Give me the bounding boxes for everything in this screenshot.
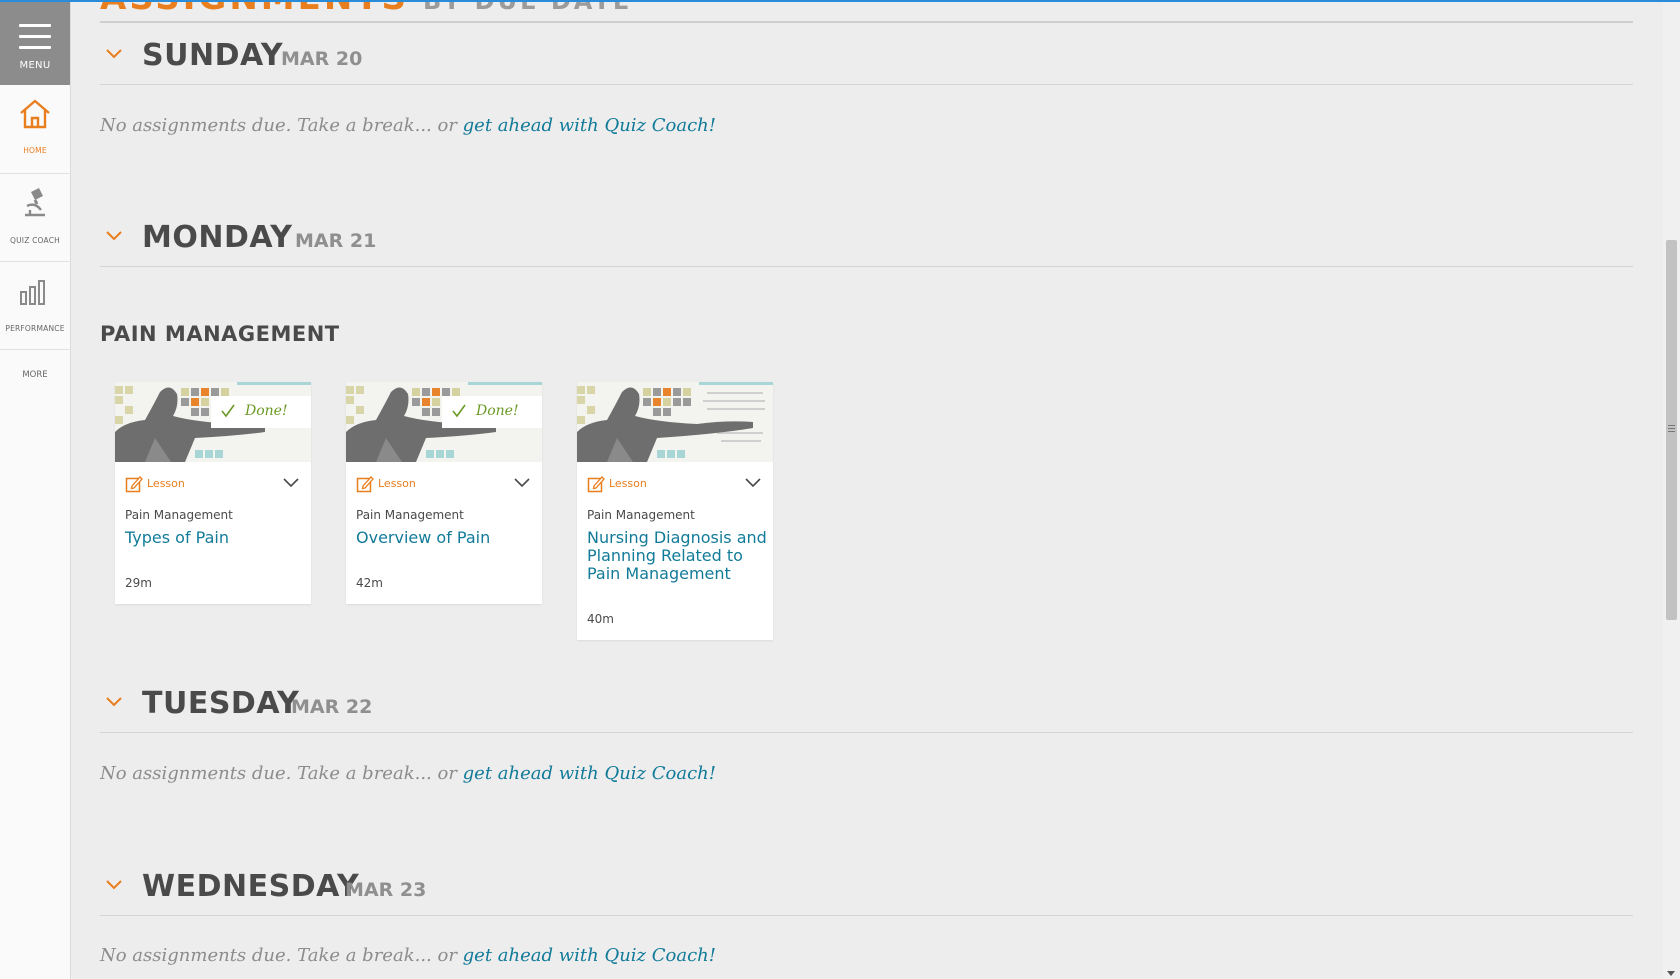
day-header-sunday[interactable]: SUNDAY MAR 20 [100,24,1633,85]
day-header-wednesday[interactable]: WEDNESDAY MAR 23 [100,855,1633,916]
edit-icon [356,476,374,493]
assignments-main: ASSIGNMENTSBY DUE DATE SUNDAY MAR 20 No … [100,0,1635,979]
scrollbar-thumb[interactable] [1666,240,1677,620]
day-header-monday[interactable]: MONDAY MAR 21 [100,206,1633,267]
lesson-thumbnail [577,382,773,462]
divider [100,21,1633,23]
done-badge: Done! [211,396,311,428]
empty-message: No assignments due. Take a break... or g… [100,115,717,136]
empty-message: No assignments due. Take a break... or g… [100,945,717,966]
lesson-card[interactable]: Done! Lesson Pain Management Types of Pa… [115,382,311,604]
day-date: MAR 20 [281,48,363,70]
day-name: TUESDAY [142,686,300,721]
microscope-icon [25,188,45,217]
sidebar-item-label: PERFORMANCE [5,324,65,333]
scroll-down-arrow-icon[interactable] [1667,971,1675,976]
day-name: WEDNESDAY [142,869,360,904]
course-name: Pain Management [125,508,233,522]
checkmark-icon [452,404,466,418]
hamburger-icon [19,24,51,50]
course-name: Pain Management [587,508,695,522]
lesson-thumbnail: Done! [346,382,542,462]
menu-button[interactable]: MENU [0,0,70,85]
day-header-tuesday[interactable]: TUESDAY MAR 22 [100,672,1633,733]
more-link[interactable]: MORE [0,370,70,380]
edit-icon [587,476,605,493]
lesson-duration: 42m [356,576,383,590]
quiz-coach-link[interactable]: get ahead with Quiz Coach! [463,763,716,784]
chevron-down-icon[interactable] [106,230,122,242]
lesson-duration: 40m [587,612,614,626]
chevron-down-icon[interactable] [514,478,530,488]
quiz-coach-link[interactable]: get ahead with Quiz Coach! [463,115,716,136]
page-title: ASSIGNMENTSBY DUE DATE [100,0,633,18]
day-name: MONDAY [142,220,293,255]
done-badge: Done! [442,396,542,428]
lesson-title-link[interactable]: Types of Pain [125,529,305,547]
edit-icon [125,476,143,493]
sidebar-item-label: QUIZ COACH [9,236,60,245]
grip-icon [1668,425,1675,434]
chevron-down-icon[interactable] [106,48,122,60]
empty-message: No assignments due. Take a break... or g… [100,763,717,784]
chevron-down-icon[interactable] [106,696,122,708]
lesson-card[interactable]: Done! Lesson Pain Management Overview of… [346,382,542,604]
sidebar: MENU HOME QUIZ COACH PERFORMANCE MORE [0,0,71,979]
bar-chart-icon [20,280,45,305]
day-date: MAR 22 [291,696,373,718]
day-date: MAR 21 [295,230,377,252]
lesson-duration: 29m [125,576,152,590]
scrollbar[interactable] [1663,0,1680,979]
chevron-down-icon[interactable] [283,478,299,488]
chevron-down-icon[interactable] [745,478,761,488]
menu-label: MENU [19,60,51,71]
day-date: MAR 23 [345,879,427,901]
loading-bar [0,0,1680,2]
sidebar-item-home[interactable]: HOME [0,86,70,174]
lesson-thumbnail: Done! [115,382,311,462]
course-name: Pain Management [356,508,464,522]
chevron-down-icon[interactable] [106,879,122,891]
topic-heading: PAIN MANAGEMENT [100,322,340,346]
home-icon [20,99,50,129]
sidebar-item-performance[interactable]: PERFORMANCE [0,262,70,350]
lesson-card[interactable]: Lesson Pain Management Nursing Diagnosis… [577,382,773,640]
sidebar-item-quiz-coach[interactable]: QUIZ COACH [0,174,70,262]
quiz-coach-link[interactable]: get ahead with Quiz Coach! [463,945,716,966]
lesson-title-link[interactable]: Nursing Diagnosis and Planning Related t… [587,529,767,583]
sidebar-item-label: HOME [23,146,47,155]
day-name: SUNDAY [142,38,284,73]
checkmark-icon [221,404,235,418]
lesson-title-link[interactable]: Overview of Pain [356,529,536,547]
